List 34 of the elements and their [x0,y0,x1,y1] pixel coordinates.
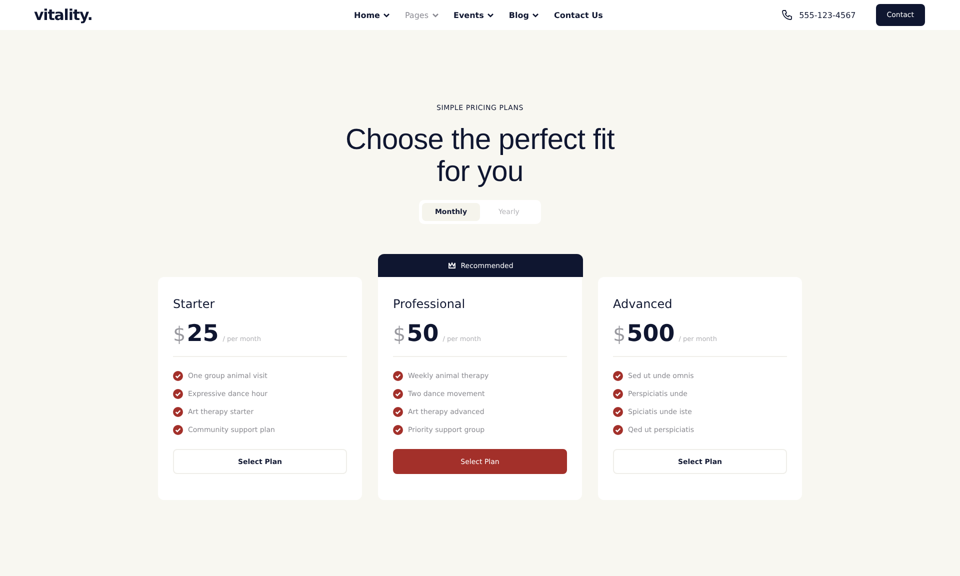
check-icon [393,389,403,399]
chevron-down-icon [432,12,438,18]
check-icon [173,389,183,399]
check-icon [393,371,403,381]
plan-price: 500 [626,321,675,347]
nav-link[interactable]: Blog [508,10,539,20]
plan-price: 25 [186,321,219,347]
check-icon [613,407,623,417]
plan-name: Professional [393,297,466,311]
plan-price: 50 [406,321,439,347]
check-icon [173,407,183,417]
nav-link[interactable]: Events [454,10,494,20]
currency-symbol: $ [393,322,406,346]
check-icon [173,425,183,435]
section-heading: Choose the perfect fit for you [344,124,616,188]
check-icon [613,371,623,381]
chevron-down-icon [486,12,494,18]
currency-symbol: $ [173,322,186,346]
chevron-down-icon [382,12,390,18]
check-icon [173,371,183,381]
check-icon [393,425,403,435]
check-icon [613,425,623,435]
chevron-down-icon [532,12,539,18]
nav-link[interactable]: Contact Us [554,10,603,20]
phone-number: 555-123-4567 [799,10,856,20]
check-icon [393,407,403,417]
currency-symbol: $ [613,322,626,346]
nav-link[interactable]: Home [354,10,390,20]
phone-icon [781,9,794,21]
plan-name: Advanced [613,297,674,311]
logo[interactable]: vitality. [34,6,354,24]
plan-name: Starter [173,297,216,311]
check-icon [613,389,623,399]
crown-icon [448,262,456,269]
